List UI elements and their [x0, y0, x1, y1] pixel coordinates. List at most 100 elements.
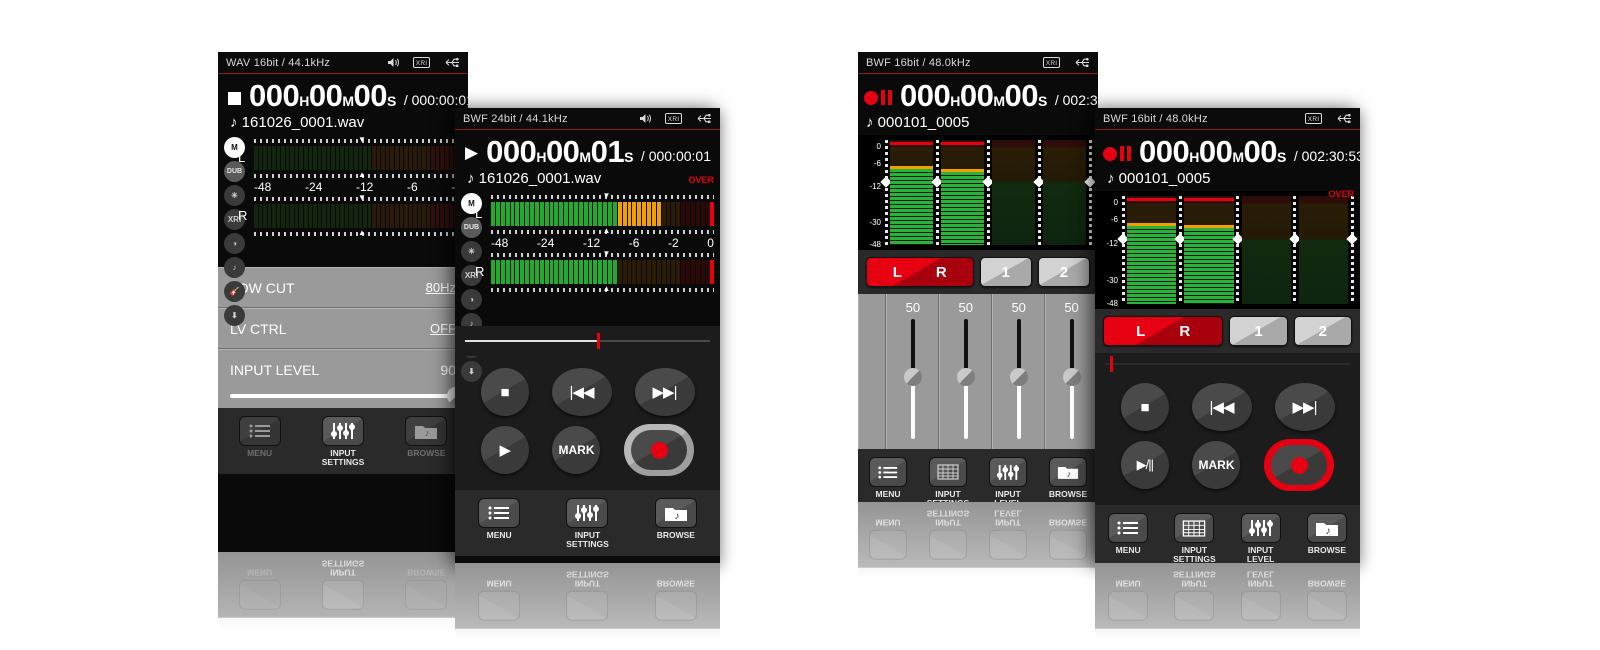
vmeter-channel — [880, 140, 933, 245]
speaker-icon — [388, 57, 401, 68]
next-button[interactable]: ▶▶| — [634, 368, 695, 416]
input-level-faders: 50 50 50 50 — [858, 294, 1098, 449]
fader-knob[interactable] — [1062, 367, 1081, 386]
nav-item-input-settings[interactable]: INPUT SETTINGS — [918, 457, 978, 502]
play-button[interactable]: ▶ — [480, 426, 529, 474]
setting-row-lv-ctrl[interactable]: LV CTRL OFF — [218, 308, 468, 349]
fader-track[interactable] — [956, 319, 975, 439]
vmeter-bar — [1043, 140, 1086, 245]
channel-2-button[interactable]: 2 — [1293, 316, 1352, 346]
setting-value[interactable]: OFF — [430, 321, 456, 336]
setting-row-low-cut[interactable]: LOW CUT 80Hz — [218, 267, 468, 308]
scrub-track[interactable] — [465, 333, 710, 349]
svg-text:XRI: XRI — [416, 60, 427, 67]
phase-icon[interactable]: ◑ — [461, 289, 482, 310]
channel-2-button[interactable]: 2 — [1037, 257, 1091, 287]
fader-knob[interactable] — [956, 367, 975, 386]
gear-icon[interactable]: ✳ — [461, 241, 482, 262]
level-meter-block: OVER M DUB ✳ XRI ◑ ♪ 🎸 ⬇ ▼ L ▲ -48-24-12 — [455, 175, 720, 382]
tuner-icon[interactable]: 🎸 — [224, 281, 245, 302]
nav-item-browse[interactable]: ♪ BROWSE — [1038, 457, 1098, 502]
stereo-meters: ▼ L ▲ -48 -24 -12 -6 -2 0 ▼ R ▲ — [475, 191, 715, 293]
mic-icon[interactable]: ⬇ — [224, 305, 245, 326]
mark-button[interactable]: MARK — [1192, 441, 1241, 489]
vmeter-tick-rail — [931, 140, 943, 245]
device-panel-wav-stop: WAV 16bit / 44.1kHz XRI 000H00M00S / 000… — [218, 52, 468, 552]
fader-track[interactable] — [1062, 319, 1081, 439]
channel-select-row: LR 1 2 — [858, 250, 1098, 294]
vmeter-bar — [1127, 196, 1177, 304]
nav-item-browse[interactable]: ♪ BROWSE — [1294, 513, 1360, 563]
scrub-track[interactable] — [1105, 356, 1350, 372]
vmeter-channel — [931, 140, 984, 245]
vmeter-channel — [1174, 196, 1234, 304]
mic-icon[interactable]: ⬇ — [461, 361, 482, 382]
play-pause-button[interactable]: ▶/|| — [1120, 441, 1169, 489]
fader-track[interactable] — [903, 319, 922, 439]
playback-scrub-bar[interactable] — [455, 326, 720, 356]
fader-channel-4[interactable]: 50 — [1045, 294, 1098, 449]
fader-knob[interactable] — [1009, 367, 1028, 386]
side-icon-column[interactable]: M DUB ✳ XRI ◑ ♪ 🎸 ⬇ — [224, 137, 245, 326]
svg-text:♪: ♪ — [1067, 469, 1072, 479]
svg-text:XRI: XRI — [668, 116, 679, 123]
setting-value[interactable]: 90 — [440, 362, 456, 378]
gear-icon[interactable]: ✳ — [224, 185, 245, 206]
meter-bar-l — [491, 202, 715, 226]
prev-button[interactable]: |◀◀ — [551, 368, 612, 416]
vmeter-tick-rail — [1346, 196, 1358, 304]
record-button[interactable] — [624, 424, 695, 476]
nav-item-menu[interactable]: MENU — [858, 457, 918, 502]
note-icon[interactable]: ♪ — [224, 257, 245, 278]
fader-knob[interactable] — [903, 367, 922, 386]
nav-item-input-level[interactable]: INPUT LEVEL — [1228, 513, 1294, 563]
nav-label: BROWSE — [656, 530, 695, 540]
time-display-row: 000H00M00S / 002:30:53 — [1095, 130, 1360, 167]
folder-music-icon: ♪ — [1049, 457, 1087, 487]
mark-button[interactable]: MARK — [552, 426, 601, 474]
vmeter-channel — [1231, 196, 1291, 304]
fader-track[interactable] — [1009, 319, 1028, 439]
nav-item-input-settings[interactable]: INPUT SETTINGS — [543, 498, 631, 550]
next-button[interactable]: ▶▶| — [1274, 383, 1335, 431]
nav-item-menu[interactable]: MENU — [1095, 513, 1161, 563]
fader-channel-3[interactable]: 50 — [992, 294, 1046, 449]
nav-item-input-level[interactable]: INPUT LEVEL — [978, 457, 1038, 502]
channel-lr-button[interactable]: LR — [1103, 316, 1224, 346]
channel-lr-button[interactable]: LR — [866, 257, 974, 287]
nav-item-input-settings[interactable]: INPUT SETTINGS — [1161, 513, 1227, 563]
input-level-track[interactable] — [230, 387, 465, 405]
grid-icon — [929, 457, 967, 487]
setting-row-input-level[interactable]: INPUT LEVEL 90 — [218, 349, 468, 390]
screenshot-root: WAV 16bit / 44.1kHz XRI 000H00M00S / 000… — [0, 0, 1600, 650]
playhead-marker[interactable] — [1109, 356, 1113, 372]
nav-item-browse[interactable]: ♪ BROWSE — [632, 498, 720, 550]
playhead-marker[interactable] — [597, 333, 601, 349]
bottom-nav-bar: MENU INPUT SETTINGS ♪ BROWSE — [218, 408, 468, 474]
format-label: BWF 16bit / 48.0kHz — [1103, 112, 1208, 125]
xri-icon: XRI — [665, 113, 682, 124]
nav-item-input-settings[interactable]: INPUT SETTINGS — [301, 416, 384, 468]
stop-button[interactable]: ■ — [1120, 383, 1169, 431]
scale-bottom: ▲ — [491, 284, 714, 293]
nav-item-menu[interactable]: MENU — [218, 416, 301, 468]
fader-channel-1[interactable]: 50 — [886, 294, 940, 449]
channel-1-button[interactable]: 1 — [979, 257, 1032, 287]
nav-label: MENU — [486, 530, 512, 540]
time-display-row: 000H00M00S / 002:30:53 — [858, 74, 1098, 111]
playback-scrub-bar[interactable] — [1095, 353, 1360, 375]
phase-icon[interactable]: ◑ — [224, 233, 245, 254]
nav-item-menu[interactable]: MENU — [455, 498, 543, 550]
prev-button[interactable]: |◀◀ — [1191, 383, 1252, 431]
input-level-slider-row[interactable] — [218, 387, 468, 408]
fader-channel-2[interactable]: 50 — [939, 294, 993, 449]
transport-controls: ■ |◀◀ ▶▶| ▶/|| MARK — [1095, 375, 1360, 505]
format-label: BWF 16bit / 48.0kHz — [866, 56, 971, 69]
record-button[interactable] — [1264, 439, 1335, 491]
bottom-nav-bar: MENU INPUT SETTINGS INPUT LEVEL ♪ BROWSE — [858, 449, 1098, 502]
setting-value[interactable]: 80Hz — [426, 280, 456, 295]
channel-1-button[interactable]: 1 — [1229, 316, 1288, 346]
scrub-fill — [465, 340, 598, 342]
fader-value: 50 — [905, 300, 921, 315]
stop-button[interactable]: ■ — [480, 368, 529, 416]
